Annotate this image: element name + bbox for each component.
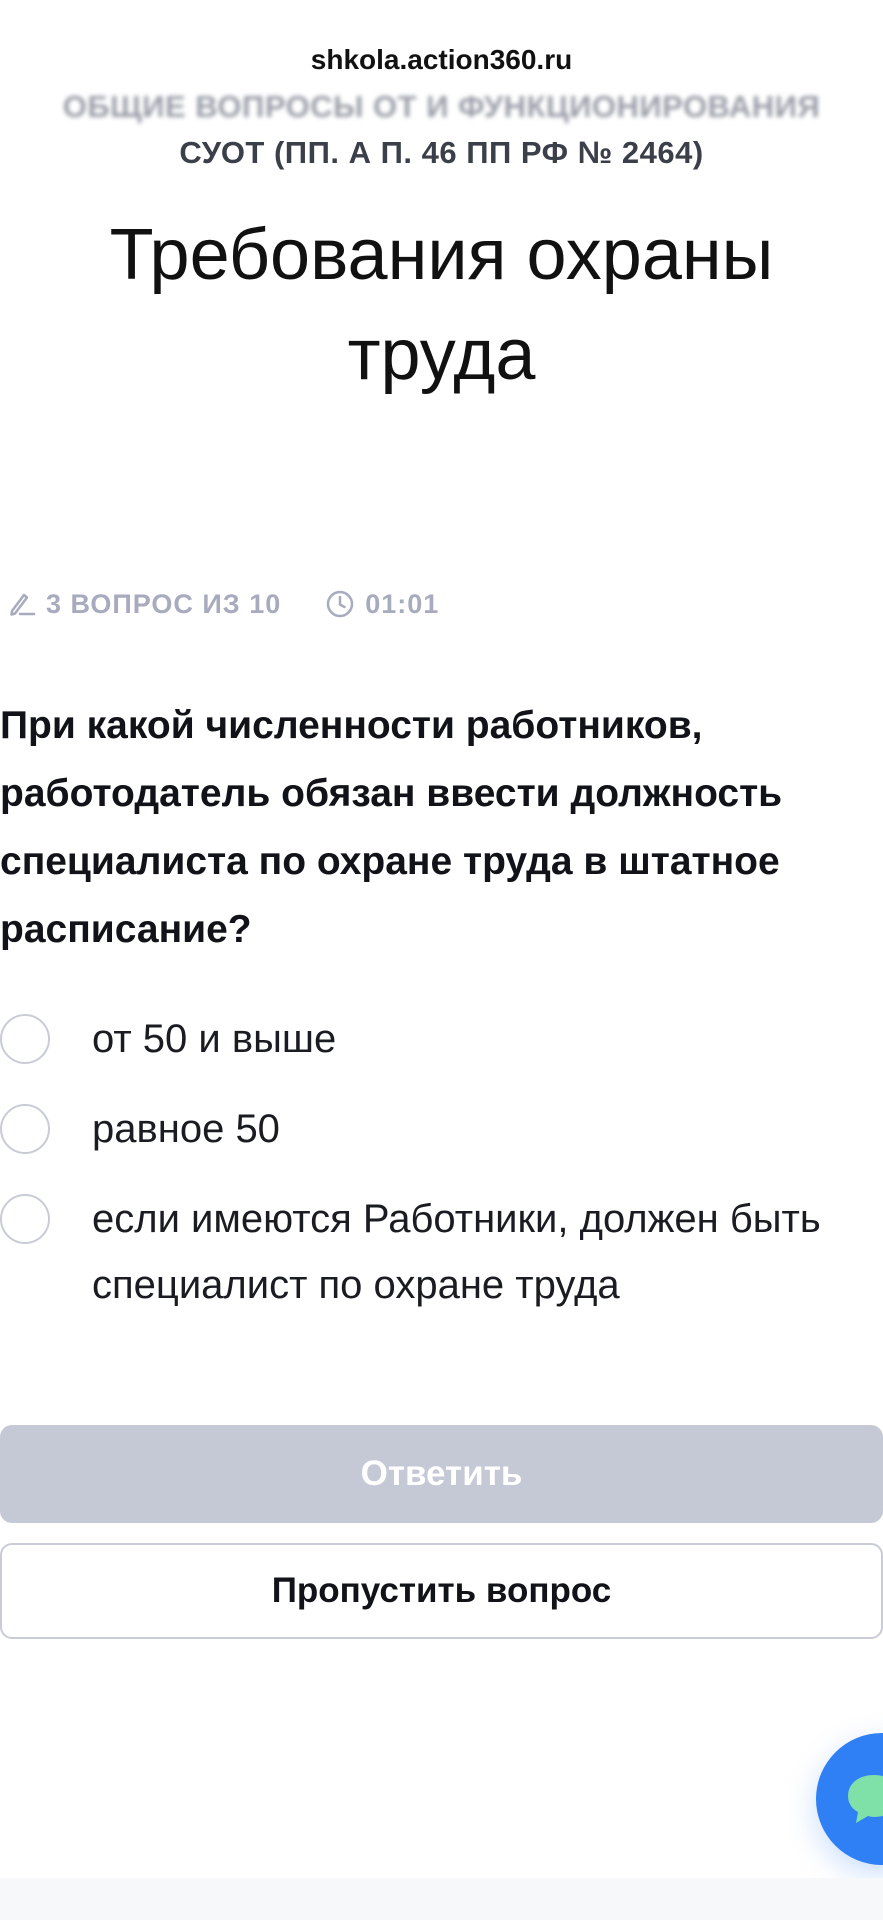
answer-button[interactable]: Ответить [0, 1425, 883, 1523]
timer-text: 01:01 [365, 588, 440, 619]
bottom-bar [0, 1878, 883, 1920]
radio-button[interactable] [0, 1104, 50, 1154]
radio-button[interactable] [0, 1194, 50, 1244]
quiz-page: shkola.action360.ru ОБЩИЕ ВОПРОСЫ ОТ И Ф… [0, 0, 883, 1920]
skip-question-button[interactable]: Пропустить вопрос [0, 1543, 883, 1639]
chat-button[interactable] [816, 1733, 883, 1865]
quiz-meta: 3 ВОПРОС ИЗ 10 01:01 [6, 586, 439, 622]
quiz-timer: 01:01 [325, 589, 439, 620]
answer-option-2[interactable]: равное 50 [0, 1100, 883, 1162]
pencil-icon [10, 593, 36, 616]
question-text: При какой численности работников, работо… [0, 704, 783, 951]
answer-options: от 50 и выше равное 50 если имеются Рабо… [0, 1010, 883, 1346]
page-title: Требования охраны труда [109, 215, 774, 395]
answer-option-label[interactable]: равное 50 [92, 1096, 872, 1162]
answer-option-label[interactable]: от 50 и выше [92, 1006, 872, 1072]
clock-icon [327, 590, 354, 618]
category-heading: ОБЩИЕ ВОПРОСЫ ОТ И ФУНКЦИОНИРОВАНИЯ СУОТ… [20, 84, 863, 176]
address-bar-url[interactable]: shkola.action360.ru [0, 44, 883, 76]
answer-option-label[interactable]: если имеются Работники, должен быть спец… [92, 1186, 872, 1318]
answer-option-1[interactable]: от 50 и выше [0, 1010, 883, 1072]
chat-bubble-icon [848, 1775, 883, 1823]
question-progress: 3 ВОПРОС ИЗ 10 [6, 589, 281, 620]
category-line-1: ОБЩИЕ ВОПРОСЫ ОТ И ФУНКЦИОНИРОВАНИЯ [62, 89, 821, 124]
category-line-2: СУОТ (ПП. А П. 46 ПП РФ № 2464) [179, 135, 704, 170]
question-progress-text: 3 ВОПРОС ИЗ 10 [46, 588, 282, 619]
radio-button[interactable] [0, 1014, 50, 1064]
answer-option-3[interactable]: если имеются Работники, должен быть спец… [0, 1190, 883, 1318]
